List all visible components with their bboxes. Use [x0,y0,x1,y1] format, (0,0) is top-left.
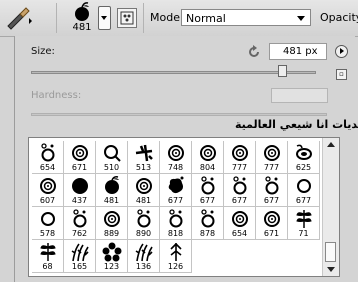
scroll-up-arrow-icon[interactable] [327,142,335,147]
brush-size-label: 748 [167,163,184,172]
size-input[interactable]: 481 px [269,43,327,60]
brush-size-label: 123 [103,262,120,271]
panel-menu-button[interactable] [335,45,348,58]
brush-size-label: 165 [71,262,88,271]
brush-size-label: 878 [199,229,216,238]
brush-preset-tile[interactable]: 818 [160,207,192,240]
brush-preset-tile[interactable]: 677 [288,174,320,207]
brush-size-label: 804 [199,163,216,172]
brush-size-label: 578 [39,229,56,238]
brush-preset-panel: Size: 481 px ▫ Hardness: منتديات انا شيع… [14,36,358,282]
brush-preset-tile[interactable]: 777 [256,141,288,174]
brush-size-label: 654 [39,163,56,172]
brush-size-label: 762 [71,229,88,238]
brush-size-label: 607 [39,196,56,205]
brush-preset-tile[interactable]: 677 [256,174,288,207]
brush-preset-tile[interactable]: 165 [64,240,96,273]
apple-brush-icon [75,2,89,21]
brush-size-label: 777 [231,163,248,172]
brush-size-label: 671 [71,163,88,172]
brush-preset-tile[interactable]: 607 [32,174,64,207]
size-label: Size: [31,46,55,57]
brush-preset-tile[interactable]: 677 [192,174,224,207]
brush-preset-tile[interactable]: 889 [96,207,128,240]
brush-preset-picker[interactable]: 481 [66,1,98,34]
brush-preset-tile[interactable]: 136 [128,240,160,273]
scroll-thumb[interactable] [325,242,336,262]
brush-preset-tile[interactable]: 68 [32,240,64,273]
brush-grid-cells: 654 671 510 513 748 804 777 777 625 607 437 481 481 6… [32,141,320,273]
scroll-down-arrow-icon[interactable] [327,267,335,272]
reset-icon[interactable] [247,44,261,63]
brush-preset-tile[interactable]: 762 [64,207,96,240]
mode-label: Mode: [150,11,184,24]
brush-size-label: 677 [263,196,280,205]
mode-value: Normal [186,12,226,25]
size-slider-thumb[interactable] [277,65,287,77]
brush-preset-tile[interactable]: 677 [224,174,256,207]
brush-preset-tile[interactable]: 748 [160,141,192,174]
brush-grid-scrollbar[interactable] [322,138,339,276]
brush-preset-tile[interactable]: 123 [96,240,128,273]
brush-size-label: 481 [103,196,120,205]
mode-select[interactable]: Normal [181,9,311,26]
brush-preset-tile[interactable]: 890 [128,207,160,240]
brush-size-label: 437 [71,196,88,205]
brush-preset-tile[interactable]: 677 [160,174,192,207]
brush-preset-tile[interactable]: 804 [192,141,224,174]
brush-size-readout: 481 [72,22,92,33]
brush-preset-tile[interactable]: 654 [224,207,256,240]
options-bar: 481 Mode: Normal Opacity: [0,0,358,37]
brush-preset-tile[interactable]: 126 [160,240,192,273]
new-preset-button[interactable]: ▫ [336,69,347,80]
brush-size-label: 777 [263,163,280,172]
brush-grid: 654 671 510 513 748 804 777 777 625 607 437 481 481 6… [28,137,340,277]
brush-preset-tile[interactable]: 777 [224,141,256,174]
brush-icon[interactable] [4,4,34,36]
brush-preset-tile[interactable]: 671 [256,207,288,240]
brush-size-label: 510 [103,163,120,172]
brush-preset-tile[interactable]: 71 [288,207,320,240]
brush-size-label: 126 [167,262,184,271]
brush-size-label: 71 [298,229,309,238]
toolbar-separator [143,3,144,33]
brush-preset-tile[interactable]: 671 [64,141,96,174]
chevron-down-icon [297,16,305,21]
size-slider-track[interactable] [31,71,316,74]
brush-preset-dropdown-button[interactable] [98,6,111,30]
hardness-slider-track [31,113,327,116]
brush-preset-tile[interactable]: 510 [96,141,128,174]
brush-size-label: 677 [167,196,184,205]
preset-group-label: منتديات انا شيعي العالمية [235,118,358,131]
brush-preset-tile[interactable]: 437 [64,174,96,207]
hardness-label: Hardness: [31,90,82,101]
brush-size-label: 481 [135,196,152,205]
brush-preset-tile[interactable]: 578 [32,207,64,240]
brush-size-label: 677 [231,196,248,205]
brush-size-label: 677 [295,196,312,205]
brush-size-label: 890 [135,229,152,238]
brush-size-label: 671 [263,229,280,238]
brush-size-label: 654 [231,229,248,238]
hardness-input [271,88,328,103]
brush-panel-icon [120,11,134,25]
brush-size-label: 818 [167,229,184,238]
toggle-brush-panel-button[interactable] [117,8,137,28]
brush-preset-tile[interactable]: 625 [288,141,320,174]
brush-preset-tile[interactable]: 654 [32,141,64,174]
brush-preset-tile[interactable]: 481 [96,174,128,207]
brush-preset-tile[interactable]: 481 [128,174,160,207]
brush-size-label: 513 [135,163,152,172]
brush-size-label: 68 [42,262,53,271]
brush-size-label: 889 [103,229,120,238]
toolbar-separator [56,3,57,33]
brush-size-label: 136 [135,262,152,271]
brush-size-label: 625 [295,163,312,172]
opacity-label: Opacity: [320,11,358,24]
brush-preset-tile[interactable]: 878 [192,207,224,240]
brush-preset-tile[interactable]: 513 [128,141,160,174]
brush-size-label: 677 [199,196,216,205]
